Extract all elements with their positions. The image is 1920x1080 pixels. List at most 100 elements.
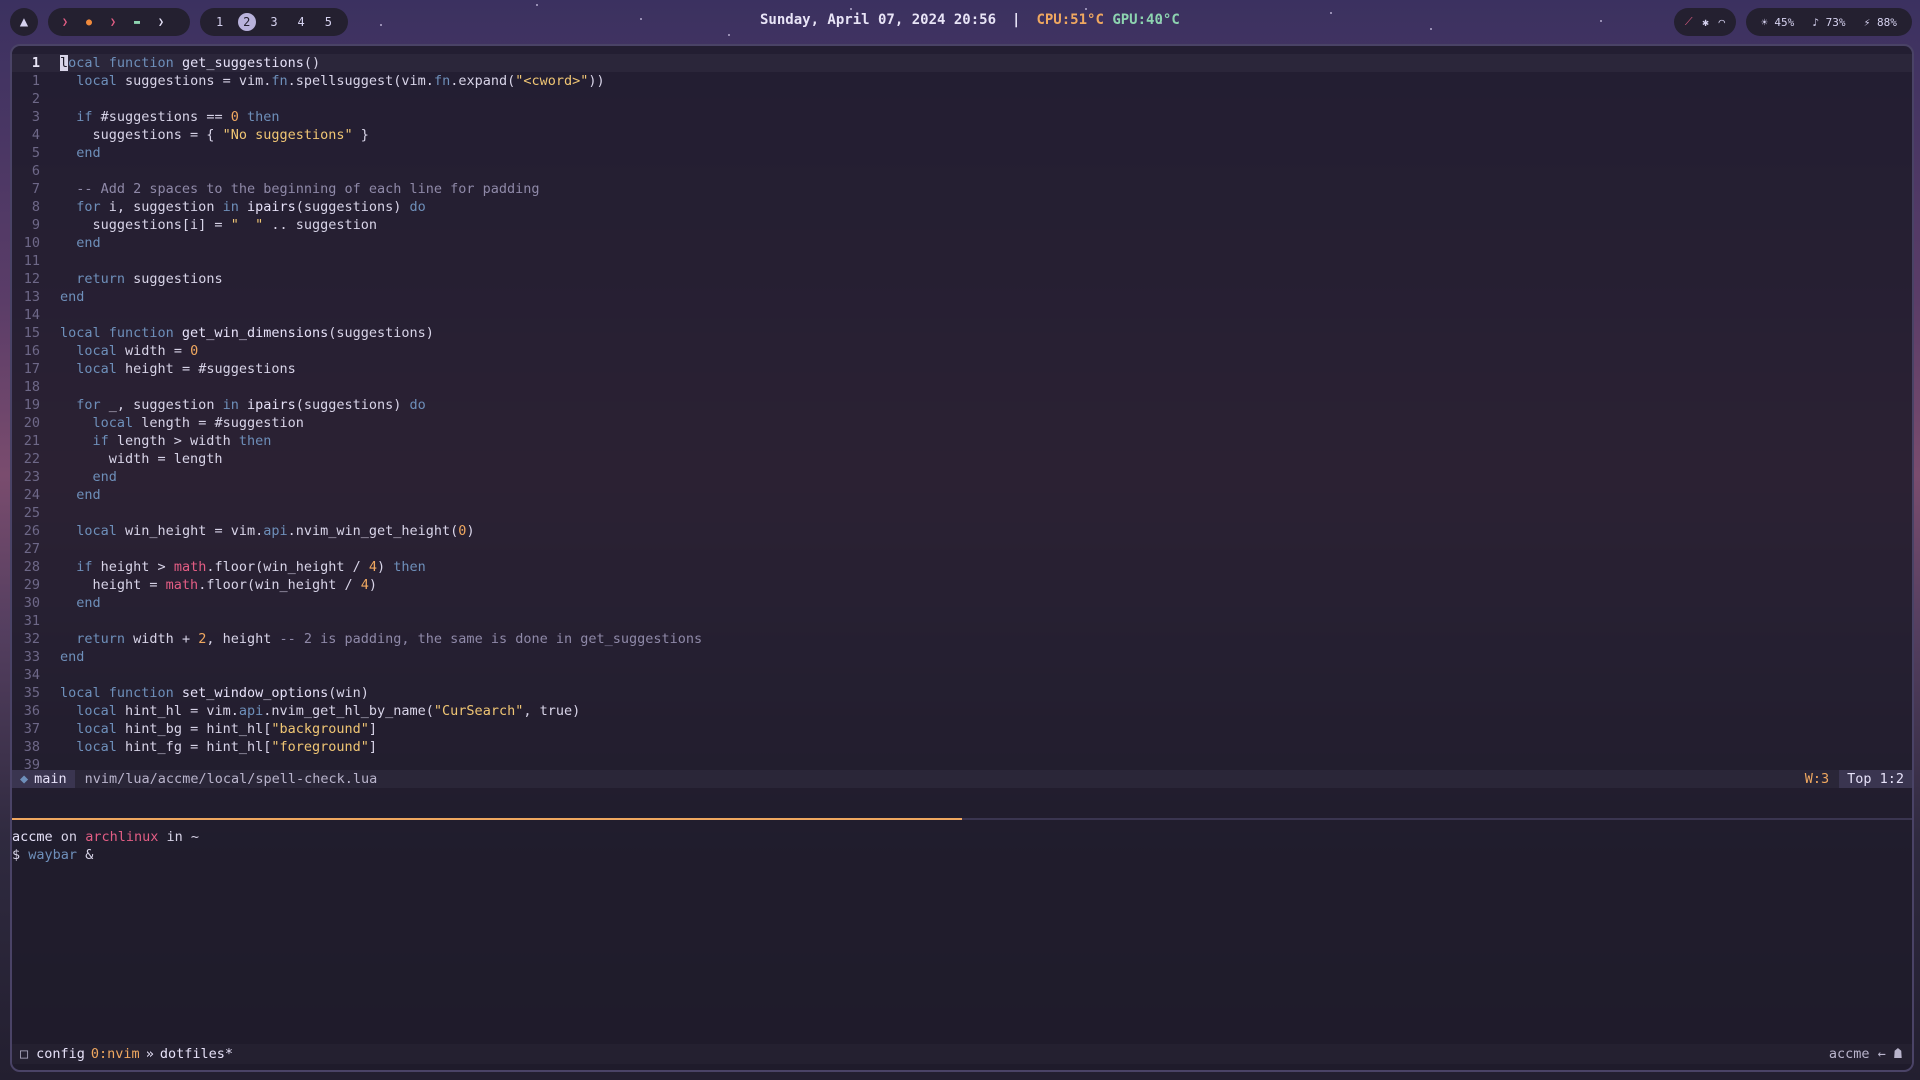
code-line[interactable]: 24 end	[12, 486, 1912, 504]
code-line[interactable]: 8 for i, suggestion in ipairs(suggestion…	[12, 198, 1912, 216]
code-line[interactable]: 13 end	[12, 288, 1912, 306]
prompt-on: on	[60, 829, 78, 845]
code-line[interactable]: 18	[12, 378, 1912, 396]
line-number: 35	[23, 685, 40, 701]
line-number: 22	[23, 451, 40, 467]
battery-charging-icon: ⚡	[1863, 15, 1871, 29]
terminal-app-icon[interactable]: ❯	[106, 15, 120, 29]
code-line[interactable]: 38 local hint_fg = hint_hl["foreground"]	[12, 738, 1912, 756]
code-line[interactable]: 15 local function get_win_dimensions(sugg…	[12, 324, 1912, 342]
line-code: end	[76, 595, 101, 611]
code-line[interactable]: 12 return suggestions	[12, 270, 1912, 288]
status-indicators: ☀ 45% ♪ 73% ⚡ 88%	[1746, 8, 1912, 36]
line-number: 8	[31, 199, 40, 215]
cpu-temp: CPU:51°C	[1036, 12, 1104, 28]
workspace-5[interactable]: 5	[319, 13, 337, 31]
battery-indicator[interactable]: ⚡ 88%	[1864, 16, 1897, 29]
wifi-icon[interactable]: ◠	[1719, 16, 1726, 29]
code-line[interactable]: 34	[12, 666, 1912, 684]
files-app-icon[interactable]: ▬	[130, 15, 144, 29]
line-number: 4	[31, 127, 40, 143]
line-code: local hint_fg = hint_hl["foreground"]	[76, 739, 378, 755]
workspace-1[interactable]: 1	[211, 13, 229, 31]
shell-command: waybar	[28, 847, 78, 863]
code-line[interactable]: 3 if #suggestions == 0 then	[12, 108, 1912, 126]
code-line[interactable]: 4 suggestions = { "No suggestions" }	[12, 126, 1912, 144]
code-line[interactable]: 17 local height = #suggestions	[12, 360, 1912, 378]
line-number: 9	[31, 217, 40, 233]
code-line[interactable]: 7 -- Add 2 spaces to the beginning of ea…	[12, 180, 1912, 198]
git-branch-icon: ◆	[20, 771, 29, 787]
line-number: 23	[23, 469, 40, 485]
shell-pane[interactable]: accme on archlinux in ~ $ waybar &	[12, 828, 199, 864]
code-line[interactable]: 6	[12, 162, 1912, 180]
nvim-statusline: ◆ main nvim/lua/accme/local/spell-check.l…	[12, 770, 1912, 788]
code-line[interactable]: 1 local suggestions = vim.fn.spellsugges…	[12, 72, 1912, 90]
tmux-window[interactable]: 0:nvim	[91, 1044, 140, 1064]
line-code: local length = #suggestion	[92, 415, 304, 431]
code-line[interactable]: 27	[12, 540, 1912, 558]
bulb-icon: ☀	[1761, 15, 1768, 29]
code-line[interactable]: 19 for _, suggestion in ipairs(suggestio…	[12, 396, 1912, 414]
line-code: for _, suggestion in ipairs(suggestions)…	[76, 397, 426, 413]
code-line[interactable]: 31	[12, 612, 1912, 630]
warnings-count: W:3	[1804, 771, 1830, 787]
line-number: 33	[23, 649, 40, 665]
code-line[interactable]: 26 local win_height = vim.api.nvim_win_g…	[12, 522, 1912, 540]
firefox-app-icon[interactable]: ●	[82, 15, 96, 29]
code-line[interactable]: 16 local width = 0	[12, 342, 1912, 360]
tmux-pane[interactable]: dotfiles*	[160, 1044, 233, 1064]
shell-command-line[interactable]: $ waybar &	[12, 846, 199, 864]
line-code: end	[92, 469, 117, 485]
workspace-2[interactable]: 2	[237, 13, 256, 31]
code-line[interactable]: 35 local function set_window_options(win)	[12, 684, 1912, 702]
code-line[interactable]: 30 end	[12, 594, 1912, 612]
volume-indicator[interactable]: ♪ 73%	[1812, 16, 1845, 29]
terminal-app-icon[interactable]: ❯	[58, 15, 72, 29]
code-line[interactable]: 14	[12, 306, 1912, 324]
workspace-3[interactable]: 3	[265, 13, 283, 31]
code-line[interactable]: 9 suggestions[i] = " " .. suggestion	[12, 216, 1912, 234]
battery-value: 88%	[1877, 15, 1897, 29]
code-line[interactable]: 25	[12, 504, 1912, 522]
bluetooth-icon[interactable]: ✱	[1702, 16, 1709, 29]
code-line[interactable]: 37 local hint_bg = hint_hl["background"]	[12, 720, 1912, 738]
code-line[interactable]: 29 height = math.floor(win_height / 4)	[12, 576, 1912, 594]
code-line[interactable]: 36 local hint_hl = vim.api.nvim_get_hl_b…	[12, 702, 1912, 720]
code-line[interactable]: 11	[12, 252, 1912, 270]
gpu-temp: GPU:40°C	[1112, 12, 1180, 28]
code-line[interactable]: 5 end	[12, 144, 1912, 162]
line-number: 36	[23, 703, 40, 719]
code-line[interactable]: 21 if length > width then	[12, 432, 1912, 450]
cursor-position: Top 1:2	[1839, 770, 1912, 788]
line-code: local function get_win_dimensions(sugges…	[60, 325, 434, 341]
clock-status: Sunday, April 07, 2024 20:56 | CPU:51°C GP…	[760, 12, 1180, 28]
brightness-indicator[interactable]: ☀ 45%	[1761, 16, 1794, 29]
code-line[interactable]: 28 if height > math.floor(win_height / 4…	[12, 558, 1912, 576]
terminal-app-icon[interactable]: ❯	[154, 15, 168, 29]
workspace-4[interactable]: 4	[292, 13, 310, 31]
terminal-window[interactable]: 1 local function get_suggestions() 1 local…	[10, 44, 1914, 1072]
line-number: 31	[23, 613, 40, 629]
code-line[interactable]: 1 local function get_suggestions()	[12, 54, 1912, 72]
code-line[interactable]: 22 width = length	[12, 450, 1912, 468]
line-number: 18	[23, 379, 40, 395]
tmux-session[interactable]: □ config	[12, 1044, 85, 1064]
prompt-dir: ~	[190, 829, 200, 845]
code-editor[interactable]: 1 local function get_suggestions() 1 local…	[12, 54, 1912, 773]
code-line[interactable]: 10 end	[12, 234, 1912, 252]
line-code: return width + 2, height -- 2 is padding…	[76, 631, 703, 647]
code-line[interactable]: 2	[12, 90, 1912, 108]
line-code: local height = #suggestions	[76, 361, 296, 377]
code-line[interactable]: 32 return width + 2, height -- 2 is padd…	[12, 630, 1912, 648]
code-line[interactable]: 20 local length = #suggestion	[12, 414, 1912, 432]
code-line[interactable]: 33 end	[12, 648, 1912, 666]
vpn-icon[interactable]: ⟋	[1685, 15, 1693, 29]
code-line[interactable]: 23 end	[12, 468, 1912, 486]
arch-logo-icon[interactable]: ▲	[10, 8, 38, 36]
line-number: 24	[23, 487, 40, 503]
line-number: 27	[23, 541, 40, 557]
line-code: end	[60, 289, 85, 305]
volume-value: 73%	[1825, 15, 1846, 29]
